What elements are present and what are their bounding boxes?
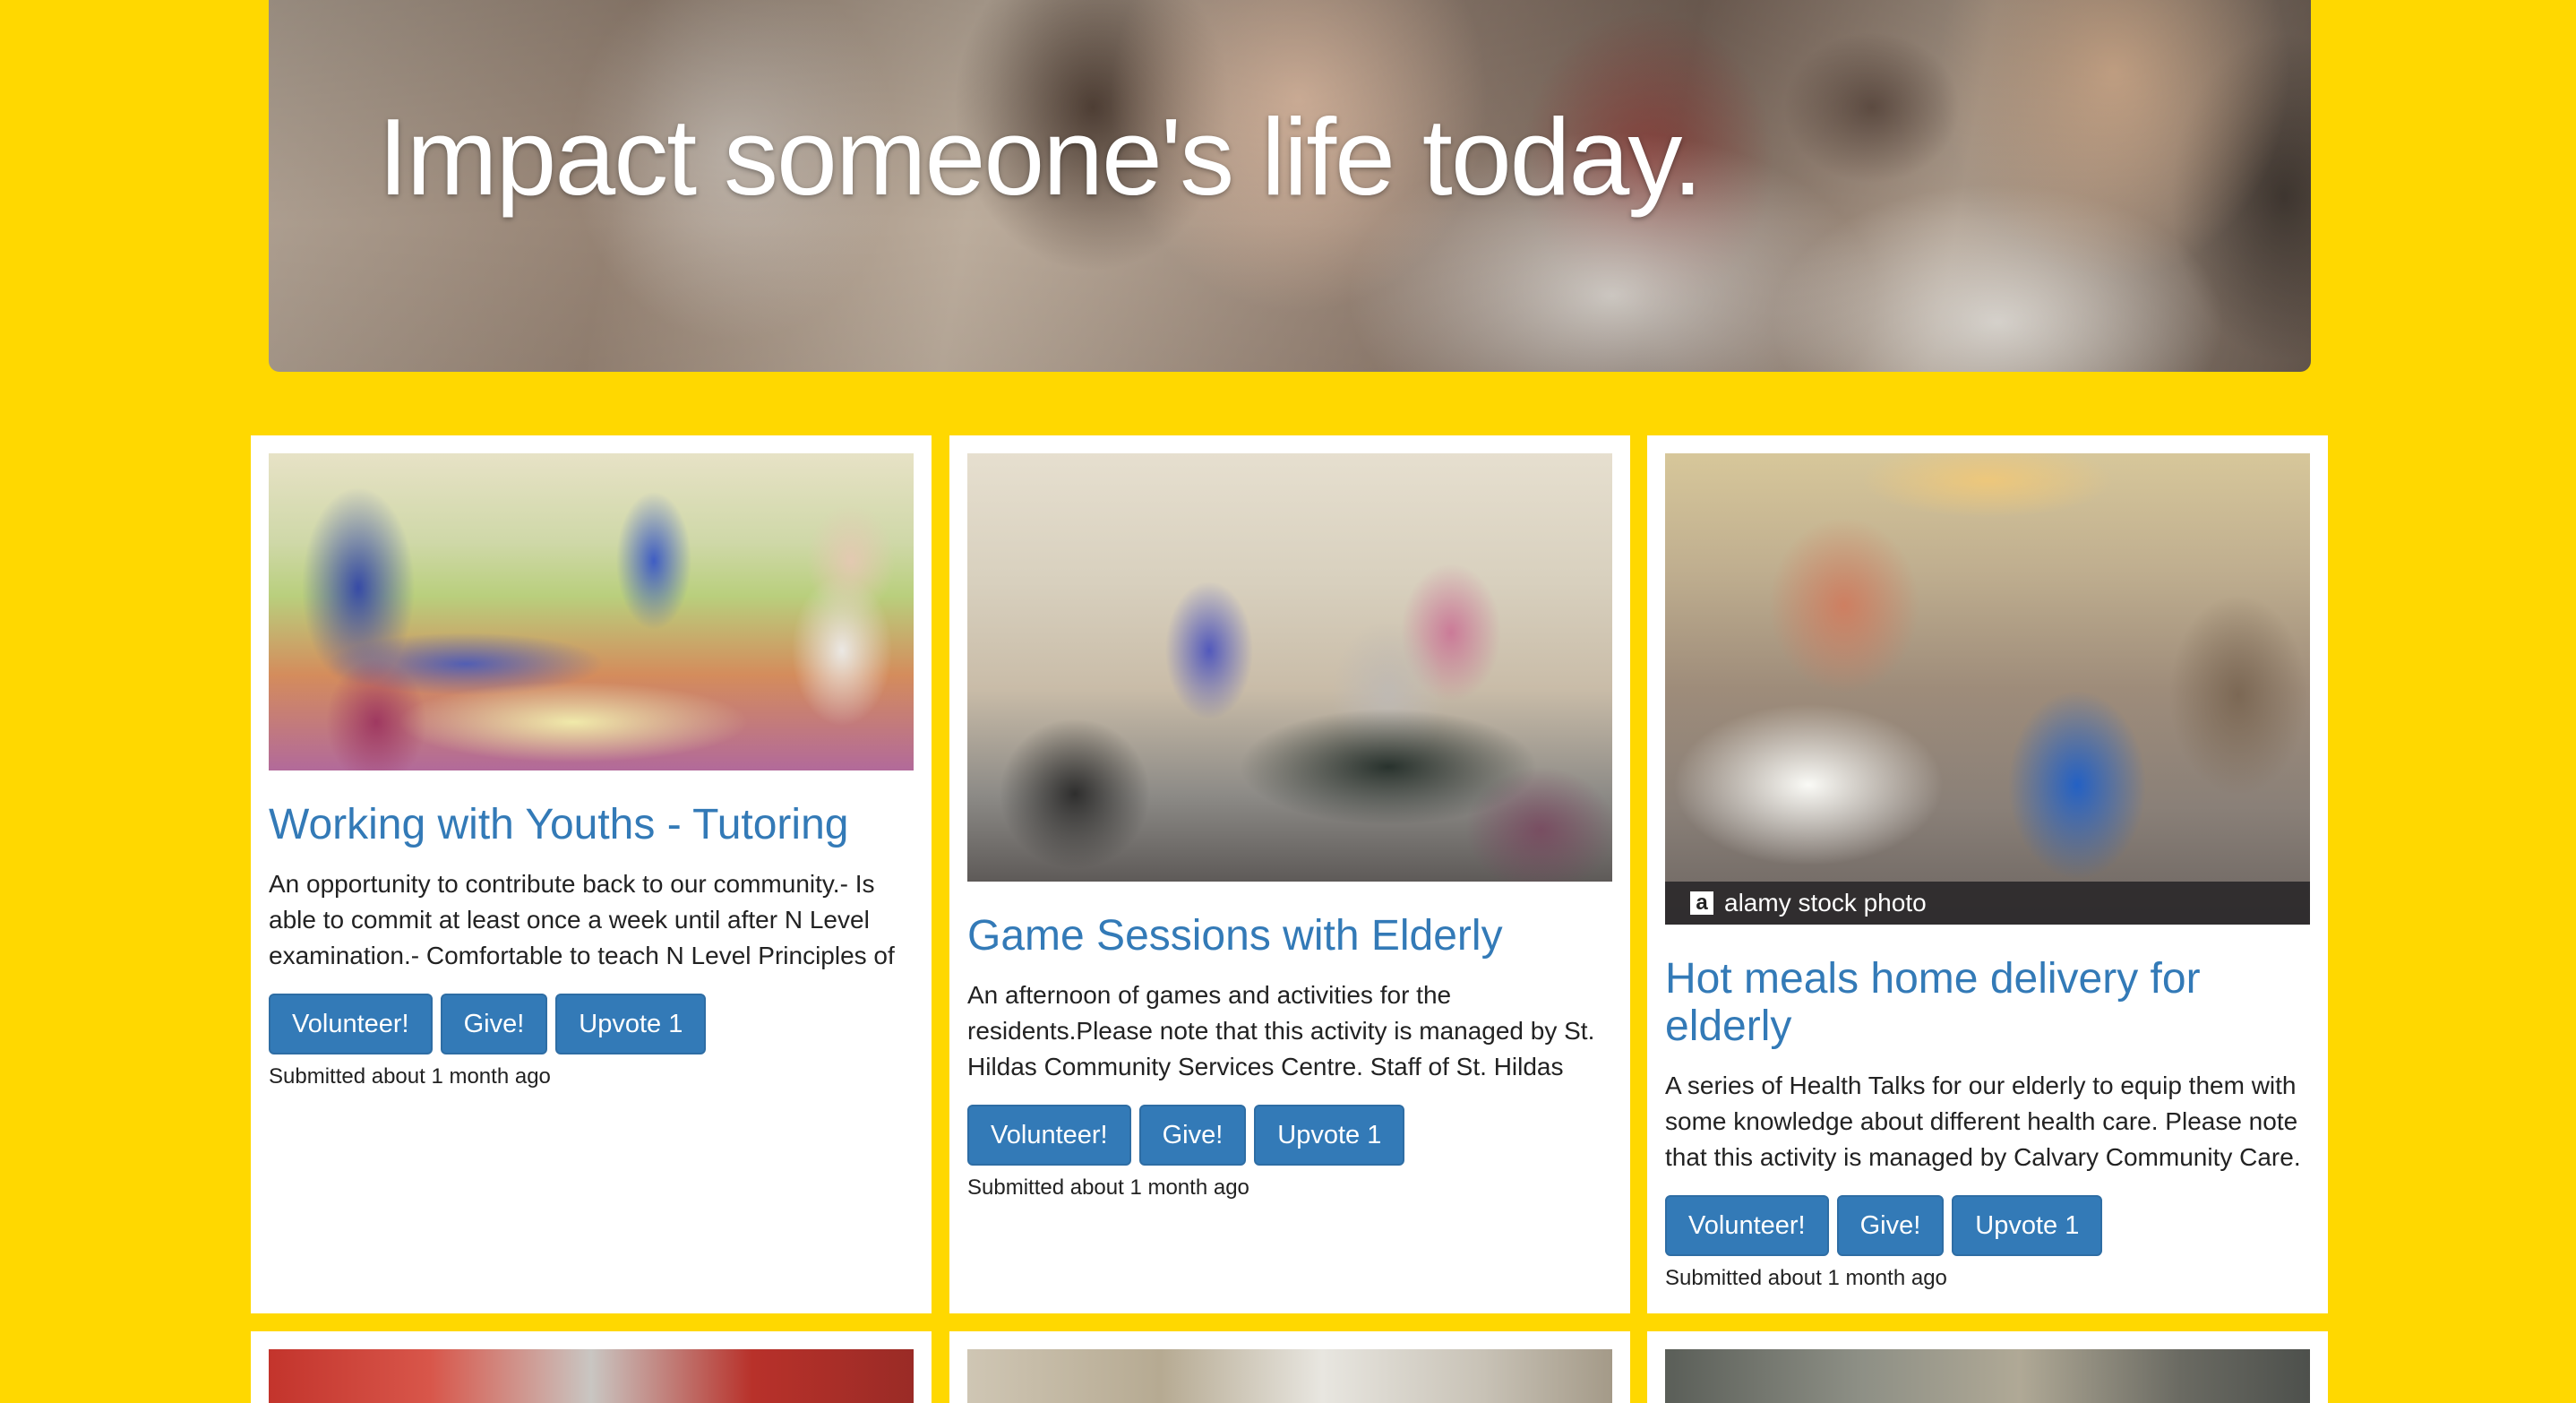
activity-actions: Volunteer! Give! Upvote 1 xyxy=(269,994,914,1054)
upvote-button[interactable]: Upvote 1 xyxy=(1254,1105,1405,1166)
activity-card: Working with Youths - Tutoring An opport… xyxy=(251,435,932,1313)
activity-photo[interactable] xyxy=(269,453,914,770)
activity-description: An afternoon of games and activities for… xyxy=(967,981,1595,1080)
volunteer-button[interactable]: Volunteer! xyxy=(269,994,433,1054)
activity-photo[interactable] xyxy=(269,1349,914,1403)
activity-card xyxy=(1647,1331,2328,1403)
activity-card xyxy=(949,1331,1630,1403)
hero-banner: Impact someone's life today. xyxy=(269,0,2311,372)
photo-credit-bar: a alamy stock photo xyxy=(1665,882,2310,925)
hero-headline: Impact someone's life today. xyxy=(378,96,1703,218)
submitted-timestamp: Submitted about 1 month ago xyxy=(1665,1266,1947,1290)
activity-description: An opportunity to contribute back to our… xyxy=(269,870,895,969)
photo-credit-text: alamy stock photo xyxy=(1724,889,1927,917)
volunteer-button[interactable]: Volunteer! xyxy=(1665,1195,1829,1256)
activity-actions: Volunteer! Give! Upvote 1 xyxy=(967,1105,1612,1166)
give-button[interactable]: Give! xyxy=(1836,1195,1945,1256)
give-button[interactable]: Give! xyxy=(1138,1105,1247,1166)
activity-card xyxy=(251,1331,932,1403)
activity-title-link[interactable]: Hot meals home delivery for elderly xyxy=(1665,955,2310,1050)
upvote-button[interactable]: Upvote 1 xyxy=(1952,1195,2103,1256)
activity-photo[interactable]: a alamy stock photo xyxy=(1665,453,2310,925)
activity-photo[interactable] xyxy=(1665,1349,2310,1403)
give-button[interactable]: Give! xyxy=(440,994,548,1054)
alamy-logo-icon: a xyxy=(1690,891,1713,915)
volunteer-button[interactable]: Volunteer! xyxy=(967,1105,1131,1166)
upvote-button[interactable]: Upvote 1 xyxy=(555,994,707,1054)
activity-card: Game Sessions with Elderly An afternoon … xyxy=(949,435,1630,1313)
activity-description: A series of Health Talks for our elderly… xyxy=(1665,1072,2301,1171)
activity-actions: Volunteer! Give! Upvote 1 xyxy=(1665,1195,2310,1256)
activity-title-link[interactable]: Working with Youths - Tutoring xyxy=(269,801,914,848)
activity-title-link[interactable]: Game Sessions with Elderly xyxy=(967,912,1612,960)
activity-photo[interactable] xyxy=(967,1349,1612,1403)
submitted-timestamp: Submitted about 1 month ago xyxy=(967,1175,1249,1200)
activity-photo[interactable] xyxy=(967,453,1612,882)
submitted-timestamp: Submitted about 1 month ago xyxy=(269,1064,551,1089)
activity-card: a alamy stock photo Hot meals home deliv… xyxy=(1647,435,2328,1313)
